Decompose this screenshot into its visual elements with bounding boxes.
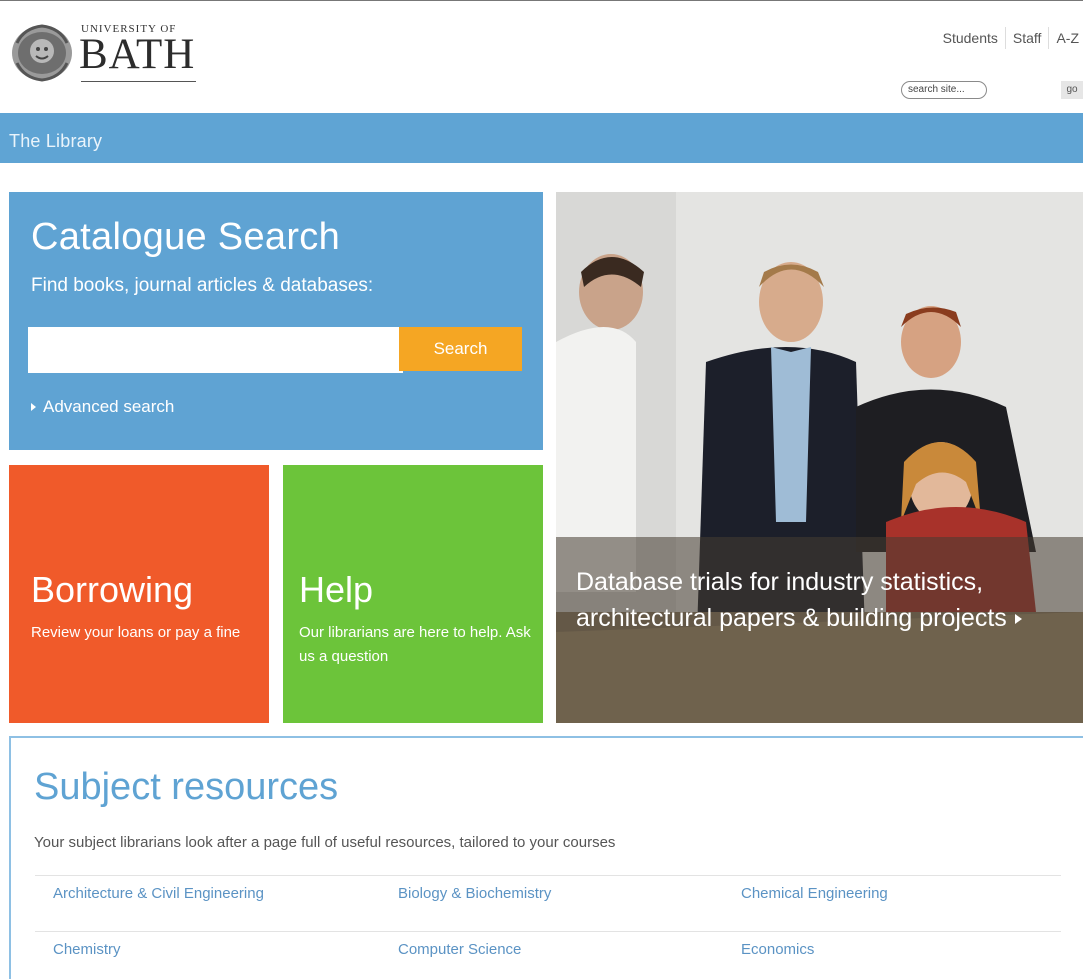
section-title[interactable]: The Library [9, 131, 102, 152]
crest-icon [12, 24, 72, 82]
triangle-right-icon [31, 403, 36, 411]
feature-photo[interactable]: Database trials for industry statistics,… [556, 192, 1083, 723]
logo-bath: BATH [79, 31, 196, 78]
link-staff[interactable]: Staff [1006, 27, 1050, 49]
subject-row: Chemistry Computer Science Economics [35, 931, 1061, 968]
section-bar [0, 113, 1083, 163]
site-search-go-button[interactable]: go [1061, 81, 1083, 99]
help-text: Our librarians are here to help. Ask us … [299, 624, 531, 665]
logo-underline [81, 81, 196, 82]
borrowing-tile[interactable]: Borrowing Review your loans or pay a fin… [9, 465, 269, 723]
help-tile[interactable]: Help Our librarians are here to help. As… [283, 465, 543, 723]
subject-resources-panel: Subject resources Your subject librarian… [9, 736, 1083, 979]
borrowing-text: Review your loans or pay a fine [31, 624, 241, 641]
university-logo[interactable]: UNIVERSITY OF BATH [9, 17, 199, 97]
feature-caption-link[interactable]: Database trials for industry statistics,… [576, 564, 1066, 636]
borrowing-title: Borrowing [31, 569, 194, 610]
subject-link[interactable]: Biology & Biochemistry [398, 876, 551, 912]
catalogue-search-button[interactable]: Search [399, 327, 522, 371]
link-a-z[interactable]: A-Z [1049, 27, 1083, 49]
help-title: Help [299, 569, 374, 610]
subject-resources-description: Your subject librarians look after a pag… [34, 834, 616, 851]
catalogue-search-panel: Catalogue Search Find books, journal art… [9, 192, 543, 450]
link-students[interactable]: Students [936, 27, 1006, 49]
top-links: Students Staff A-Z [936, 27, 1083, 49]
catalogue-subtitle: Find books, journal articles & databases… [31, 275, 374, 296]
subject-resources-title: Subject resources [34, 766, 339, 808]
catalogue-search-input[interactable] [28, 327, 403, 373]
advanced-search-label: Advanced search [43, 397, 175, 416]
subject-link[interactable]: Economics [741, 932, 814, 968]
subject-link[interactable]: Computer Science [398, 932, 521, 968]
advanced-search-link[interactable]: Advanced search [31, 397, 174, 417]
site-header: UNIVERSITY OF BATH Students Staff A-Z se… [0, 0, 1083, 113]
subject-row: Architecture & Civil Engineering Biology… [35, 875, 1061, 912]
subject-link[interactable]: Chemistry [53, 932, 121, 968]
catalogue-title: Catalogue Search [31, 216, 341, 258]
feature-caption-text: Database trials for industry statistics,… [576, 568, 1007, 632]
subject-link[interactable]: Architecture & Civil Engineering [53, 876, 264, 912]
subject-link[interactable]: Chemical Engineering [741, 876, 888, 912]
triangle-right-icon [1014, 614, 1022, 625]
site-search-input[interactable]: search site... [901, 81, 987, 99]
